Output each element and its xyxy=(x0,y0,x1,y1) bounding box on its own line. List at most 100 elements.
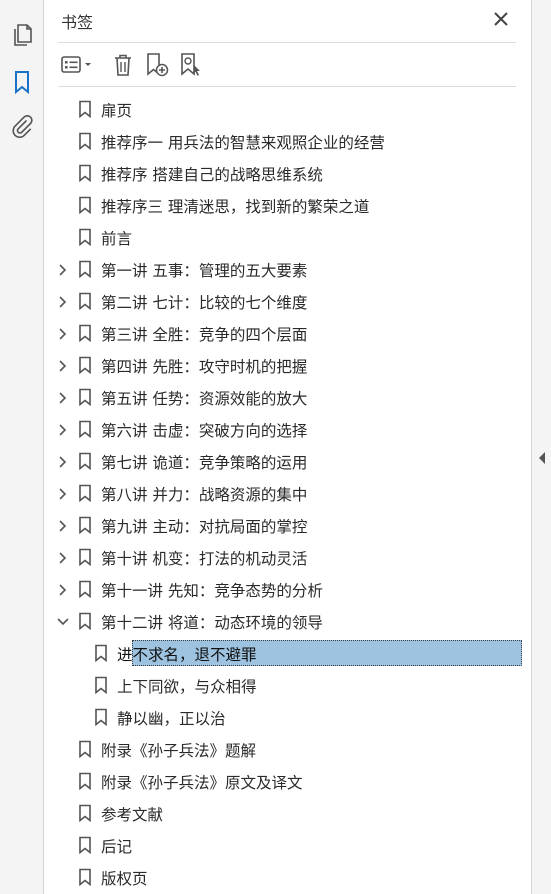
bookmark-icon xyxy=(78,228,92,247)
new-bookmark-icon[interactable] xyxy=(144,50,170,80)
bookmark-label: 第十讲 机变：打法的机动灵活 xyxy=(101,550,308,568)
bookmark-icon xyxy=(78,580,92,599)
bookmark-item[interactable]: 推荐序 搭建自己的战略思维系统 xyxy=(45,157,531,189)
chevron-right-icon[interactable] xyxy=(56,390,70,404)
bookmark-icon xyxy=(78,548,92,567)
bookmark-label: 第四讲 先胜：攻守时机的把握 xyxy=(101,358,308,376)
bookmark-item[interactable]: 参考文献 xyxy=(45,797,531,829)
bookmark-item[interactable]: 附录《孙子兵法》原文及译文 xyxy=(45,765,531,797)
new-bookmark-from-structure-icon[interactable] xyxy=(178,50,204,80)
bookmark-icon xyxy=(78,452,92,471)
bookmark-label: 前言 xyxy=(101,230,133,248)
chevron-right-icon[interactable] xyxy=(56,550,70,564)
chevron-right-icon[interactable] xyxy=(56,294,70,308)
bookmark-label: 第八讲 并力：战略资源的集中 xyxy=(101,486,308,504)
bookmark-item[interactable]: 推荐序三 理清迷思，找到新的繁荣之道 xyxy=(45,189,531,221)
bookmark-item[interactable]: 静以幽，正以治 xyxy=(45,701,531,733)
divider xyxy=(58,86,516,87)
bookmark-item[interactable]: 第七讲 诡道：竞争策略的运用 xyxy=(45,445,531,477)
bookmark-icon xyxy=(78,292,92,311)
bookmark-item[interactable]: 第二讲 七计：比较的七个维度 xyxy=(45,285,531,317)
chevron-right-icon[interactable] xyxy=(56,518,70,532)
bookmark-icon xyxy=(78,356,92,375)
bookmark-item[interactable]: 扉页 xyxy=(45,93,531,125)
options-menu-icon[interactable] xyxy=(58,50,96,80)
chevron-right-icon[interactable] xyxy=(56,422,70,436)
bookmark-item[interactable]: 进不求名，退不避罪 xyxy=(45,637,531,669)
bookmark-icon xyxy=(78,484,92,503)
bookmarks-toolbar xyxy=(58,50,516,80)
chevron-right-icon[interactable] xyxy=(56,326,70,340)
bookmark-icon xyxy=(78,100,92,119)
bookmark-icon xyxy=(78,836,92,855)
bookmark-label: 第一讲 五事：管理的五大要素 xyxy=(101,262,308,280)
bookmark-label: 第十一讲 先知：竞争态势的分析 xyxy=(101,582,323,600)
bookmark-item[interactable]: 版权页 xyxy=(45,861,531,893)
chevron-right-icon[interactable] xyxy=(56,582,70,596)
bookmark-item[interactable]: 推荐序一 用兵法的智慧来观照企业的经营 xyxy=(45,125,531,157)
pages-icon[interactable] xyxy=(9,22,35,48)
bookmark-item[interactable]: 第十一讲 先知：竞争态势的分析 xyxy=(45,573,531,605)
bookmark-label: 附录《孙子兵法》原文及译文 xyxy=(101,774,303,792)
bookmark-item[interactable]: 后记 xyxy=(45,829,531,861)
bookmark-icon xyxy=(78,740,92,759)
navigation-rail xyxy=(0,0,44,894)
bookmark-label: 第七讲 诡道：竞争策略的运用 xyxy=(101,454,308,472)
bookmark-label: 第五讲 任势：资源效能的放大 xyxy=(101,390,308,408)
bookmark-icon xyxy=(94,644,108,663)
bookmark-label: 第十二讲 将道：动态环境的领导 xyxy=(101,614,323,632)
bookmark-label: 第二讲 七计：比较的七个维度 xyxy=(101,294,308,312)
bookmark-item[interactable]: 第八讲 并力：战略资源的集中 xyxy=(45,477,531,509)
bookmark-icon xyxy=(94,676,108,695)
bookmark-label: 版权页 xyxy=(101,870,148,888)
bookmark-icon xyxy=(78,324,92,343)
bookmark-label: 推荐序三 理清迷思，找到新的繁荣之道 xyxy=(101,198,370,216)
bookmark-item[interactable]: 第十讲 机变：打法的机动灵活 xyxy=(45,541,531,573)
bookmark-icon xyxy=(94,708,108,727)
bookmark-icon xyxy=(78,196,92,215)
delete-icon[interactable] xyxy=(110,50,136,80)
chevron-down-icon[interactable] xyxy=(56,614,70,628)
bookmark-item[interactable]: 第六讲 击虚：突破方向的选择 xyxy=(45,413,531,445)
bookmarks-icon[interactable] xyxy=(9,69,35,95)
panel-collapse-strip xyxy=(531,0,551,894)
divider xyxy=(58,42,516,43)
bookmark-item[interactable]: 第五讲 任势：资源效能的放大 xyxy=(45,381,531,413)
bookmark-label: 进不求名，退不避罪 xyxy=(117,646,257,664)
bookmark-label: 扉页 xyxy=(101,102,133,120)
bookmark-icon xyxy=(78,164,92,183)
bookmark-item[interactable]: 第四讲 先胜：攻守时机的把握 xyxy=(45,349,531,381)
bookmarks-panel: 书签 扉页 推荐序一 用兵法的智慧来观照企业的经营 推荐序 搭建自己的战略思维系… xyxy=(45,0,531,894)
close-icon[interactable] xyxy=(490,8,512,30)
chevron-right-icon[interactable] xyxy=(56,358,70,372)
bookmark-icon xyxy=(78,804,92,823)
bookmark-item[interactable]: 第九讲 主动：对抗局面的掌控 xyxy=(45,509,531,541)
bookmark-item[interactable]: 第三讲 全胜：竞争的四个层面 xyxy=(45,317,531,349)
bookmark-item[interactable]: 第一讲 五事：管理的五大要素 xyxy=(45,253,531,285)
bookmark-item[interactable]: 第十二讲 将道：动态环境的领导 xyxy=(45,605,531,637)
chevron-right-icon[interactable] xyxy=(56,262,70,276)
bookmark-icon xyxy=(78,612,92,631)
bookmark-label: 第六讲 击虚：突破方向的选择 xyxy=(101,422,308,440)
panel-title: 书签 xyxy=(61,13,94,32)
chevron-right-icon[interactable] xyxy=(56,486,70,500)
bookmark-item[interactable]: 附录《孙子兵法》题解 xyxy=(45,733,531,765)
bookmark-label: 推荐序 搭建自己的战略思维系统 xyxy=(101,166,323,184)
bookmark-icon xyxy=(78,868,92,887)
bookmark-icon xyxy=(78,388,92,407)
bookmark-item[interactable]: 上下同欲，与众相得 xyxy=(45,669,531,701)
bookmark-label: 参考文献 xyxy=(101,806,164,824)
chevron-right-icon[interactable] xyxy=(56,454,70,468)
bookmark-label: 后记 xyxy=(101,838,133,856)
bookmark-icon xyxy=(78,260,92,279)
attachments-icon[interactable] xyxy=(9,114,35,140)
bookmark-item[interactable]: 前言 xyxy=(45,221,531,253)
bookmark-icon xyxy=(78,132,92,151)
collapse-arrow-icon[interactable] xyxy=(537,450,547,464)
bookmark-label: 附录《孙子兵法》题解 xyxy=(101,742,257,760)
bookmark-icon xyxy=(78,772,92,791)
bookmark-label: 静以幽，正以治 xyxy=(117,710,226,728)
bookmark-label: 上下同欲，与众相得 xyxy=(117,678,257,696)
bookmark-label: 推荐序一 用兵法的智慧来观照企业的经营 xyxy=(101,134,385,152)
bookmark-label: 第九讲 主动：对抗局面的掌控 xyxy=(101,518,308,536)
